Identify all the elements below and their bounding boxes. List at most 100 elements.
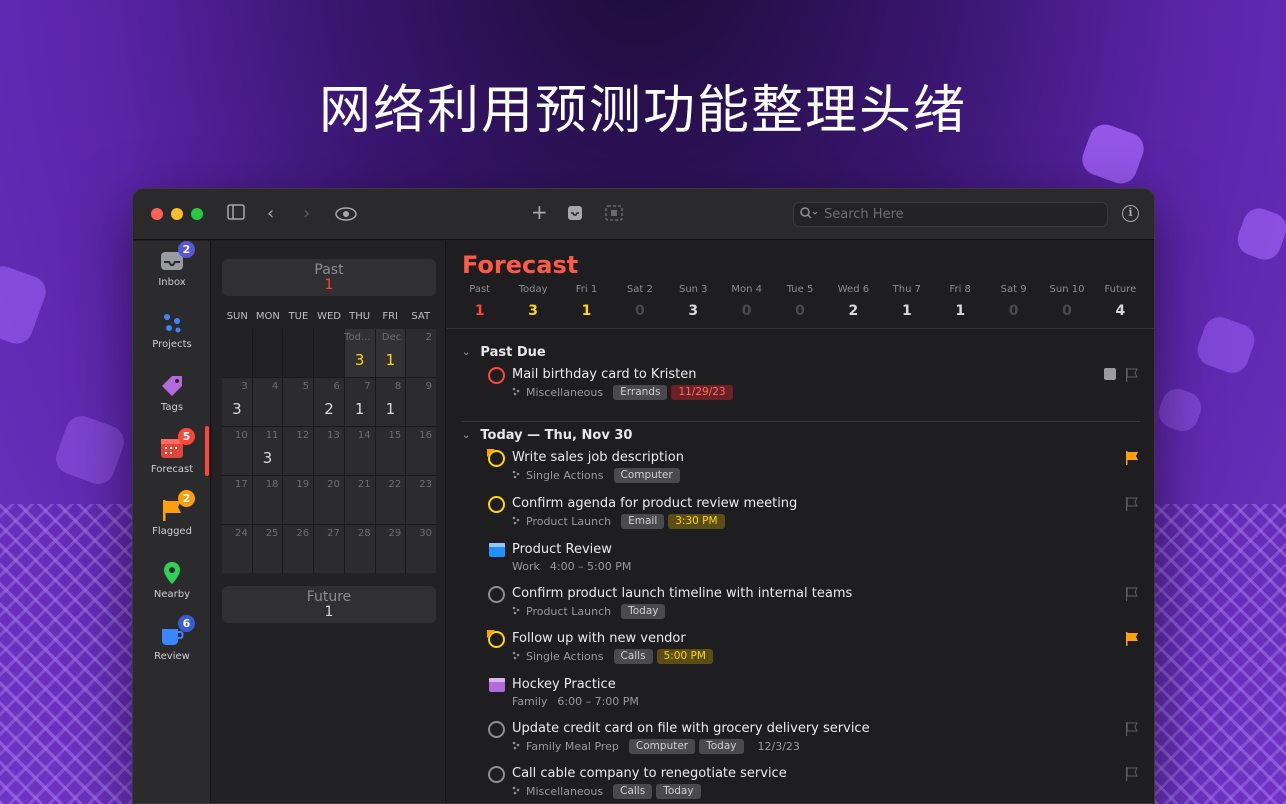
calendar-day-cell[interactable]: 24 (222, 525, 252, 573)
zoom-button[interactable] (191, 208, 203, 220)
section-header-past-due[interactable]: ⌄ Past Due (462, 345, 546, 360)
forecast-day-sun-10[interactable]: Sun 10 0 (1040, 284, 1093, 319)
task-checkbox[interactable] (488, 496, 505, 513)
section-header-today[interactable]: ⌄ Today — Thu, Nov 30 (462, 428, 632, 443)
flag-icon[interactable] (1126, 631, 1138, 646)
flag-icon[interactable] (1126, 367, 1138, 382)
calendar-day-cell[interactable]: 19 (283, 476, 314, 524)
calendar-day-cell[interactable]: 15 (375, 427, 406, 475)
calendar-day-cell[interactable]: 9 (406, 378, 436, 426)
forecast-day-sat-2[interactable]: Sat 2 0 (613, 284, 666, 319)
calendar-day-number: 27 (327, 528, 340, 539)
task-row[interactable]: Follow up with new vendor Single Actions C… (487, 629, 1144, 671)
sidebar-item-nearby[interactable]: Nearby (133, 561, 211, 600)
task-checkbox[interactable] (488, 586, 505, 603)
calendar-past-button[interactable]: Past 1 (222, 259, 436, 296)
calendar-day-cell[interactable]: 17 (222, 476, 252, 524)
calendar-day-cell[interactable]: 12 (283, 427, 314, 475)
task-project: Family (512, 695, 548, 708)
forecast-day-thu-7[interactable]: Thu 7 1 (880, 284, 933, 319)
minimize-button[interactable] (171, 208, 183, 220)
inspector-info-icon[interactable]: i (1122, 205, 1139, 222)
task-title: Confirm agenda for product review meetin… (512, 496, 798, 511)
decor-cube (1154, 384, 1206, 436)
forecast-day-past[interactable]: Past 1 (453, 284, 506, 319)
sidebar-item-review[interactable]: 6 Review (133, 614, 211, 662)
calendar-event-row[interactable]: Hockey Practice Family 6:00 – 7:00 PM (487, 675, 1144, 717)
calendar-day-cell[interactable]: 25 (252, 525, 283, 573)
flag-icon[interactable] (1126, 586, 1138, 601)
forecast-day-wed-6[interactable]: Wed 6 2 (827, 284, 880, 319)
calendar-day-cell[interactable]: 27 (314, 525, 344, 573)
calendar-day-cell[interactable]: 13 (314, 427, 344, 475)
calendar-day-cell[interactable]: Dec 1 (375, 329, 406, 377)
calendar-day-cell[interactable]: 29 (375, 525, 406, 573)
flag-icon[interactable] (1126, 721, 1138, 736)
sidebar-toggle-icon[interactable] (227, 204, 245, 225)
task-checkbox[interactable] (487, 630, 505, 648)
sidebar-item-projects[interactable]: Projects (133, 311, 211, 350)
inbox-capture-icon[interactable] (567, 205, 583, 226)
task-checkbox[interactable] (488, 367, 505, 384)
task-row[interactable]: Confirm product launch timeline with int… (487, 584, 1144, 626)
count-badge: 6 (178, 614, 195, 632)
view-options-eye-icon[interactable] (335, 206, 357, 226)
task-project: Miscellaneous (526, 785, 604, 798)
calendar-day-cell[interactable]: 21 (344, 476, 375, 524)
task-row[interactable]: Call cable company to renegotiate servic… (487, 764, 1144, 803)
search-input[interactable]: Search Here (793, 202, 1108, 227)
forward-icon[interactable]: › (303, 204, 310, 224)
back-icon[interactable]: ‹ (267, 204, 274, 224)
task-checkbox[interactable] (488, 721, 505, 738)
task-project: Single Actions (526, 469, 604, 482)
calendar-day-cell[interactable]: 81 (375, 378, 406, 426)
calendar-day-cell[interactable]: 23 (406, 476, 436, 524)
sidebar-item-inbox[interactable]: 2 Inbox (133, 241, 211, 288)
calendar-day-cell[interactable]: 2 (406, 329, 436, 377)
close-button[interactable] (151, 208, 163, 220)
task-checkbox[interactable] (488, 766, 505, 783)
calendar-day-cell[interactable]: 71 (344, 378, 375, 426)
calendar-day-cell[interactable]: 5 (283, 378, 314, 426)
task-title: Follow up with new vendor (512, 631, 686, 646)
forecast-day-mon-4[interactable]: Mon 4 0 (720, 284, 773, 319)
calendar-day-cell[interactable]: 14 (344, 427, 375, 475)
calendar-day-cell[interactable]: 62 (314, 378, 344, 426)
calendar-day-cell[interactable]: 22 (375, 476, 406, 524)
forecast-day-today[interactable]: Today 3 (506, 284, 559, 319)
calendar-day-cell[interactable]: 20 (314, 476, 344, 524)
calendar-day-cell[interactable]: 26 (283, 525, 314, 573)
sidebar-item-forecast[interactable]: 5 Forecast (133, 427, 211, 475)
calendar-day-cell[interactable]: 11 3 (252, 427, 283, 475)
calendar-day-cell[interactable]: 33 (222, 378, 252, 426)
add-icon[interactable]: + (531, 202, 548, 222)
calendar-day-cell[interactable]: 18 (252, 476, 283, 524)
sidebar-item-flagged[interactable]: 2 Flagged (133, 490, 211, 537)
calendar-day-cell[interactable]: 16 (406, 427, 436, 475)
task-row[interactable]: Write sales job description Single Action… (487, 448, 1144, 490)
flag-icon[interactable] (1126, 450, 1138, 465)
forecast-day-future[interactable]: Future 4 (1094, 284, 1147, 319)
flag-icon[interactable] (1126, 496, 1138, 511)
task-row[interactable]: Mail birthday card to Kristen Miscellaneo… (487, 365, 1144, 407)
calendar-event-row[interactable]: Product Review Work 4:00 – 5:00 PM (487, 540, 1144, 582)
forecast-day-sat-9[interactable]: Sat 9 0 (987, 284, 1040, 319)
forecast-day-tue-5[interactable]: Tue 5 0 (773, 284, 826, 319)
window-controls (151, 208, 203, 220)
task-checkbox[interactable] (487, 449, 505, 467)
task-project: Work (512, 560, 540, 573)
calendar-future-button[interactable]: Future 1 (222, 586, 436, 623)
forecast-day-fri-8[interactable]: Fri 8 1 (934, 284, 987, 319)
calendar-day-cell[interactable]: 30 (406, 525, 436, 573)
calendar-day-cell[interactable]: 4 (252, 378, 283, 426)
calendar-day-cell[interactable]: 28 (344, 525, 375, 573)
task-row[interactable]: Confirm agenda for product review meetin… (487, 494, 1144, 536)
focus-icon[interactable] (605, 205, 623, 226)
forecast-day-fri-1[interactable]: Fri 1 1 (560, 284, 613, 319)
forecast-day-sun-3[interactable]: Sun 3 3 (667, 284, 720, 319)
calendar-day-cell[interactable]: Tod... 3 (344, 329, 375, 377)
flag-icon[interactable] (1126, 766, 1138, 781)
sidebar-item-tags[interactable]: Tags (133, 374, 211, 413)
task-row[interactable]: Update credit card on file with grocery … (487, 719, 1144, 761)
calendar-day-cell[interactable]: 10 (222, 427, 252, 475)
